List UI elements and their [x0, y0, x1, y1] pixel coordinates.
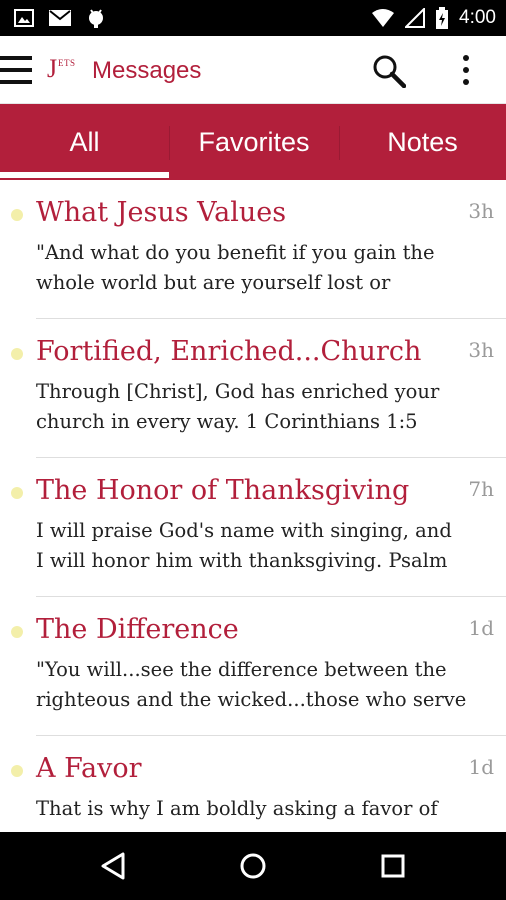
tab-bar: All Favorites Notes [0, 104, 506, 180]
app-logo: J ETS [47, 54, 76, 83]
list-item[interactable]: Fortified, Enriched...Church 3h Through … [0, 319, 506, 458]
message-time: 1d [468, 616, 494, 640]
unread-dot-icon [11, 626, 23, 638]
tab-all[interactable]: All [0, 104, 169, 180]
message-title: The Honor of Thanksgiving [36, 475, 410, 506]
navigation-bar [0, 832, 506, 900]
message-time: 3h [468, 338, 494, 362]
wifi-icon [372, 9, 395, 27]
menu-icon[interactable] [0, 52, 32, 88]
message-time: 7h [468, 477, 494, 501]
overflow-menu-icon[interactable] [458, 54, 474, 86]
back-icon[interactable] [94, 846, 134, 886]
battery-icon [436, 7, 449, 29]
list-item[interactable]: A Favor 1d That is why I am boldly askin… [0, 736, 506, 832]
unread-dot-icon [11, 209, 23, 221]
message-title: What Jesus Values [36, 197, 287, 228]
recents-icon[interactable] [373, 846, 413, 886]
tab-selected-indicator [0, 172, 169, 178]
unread-dot-icon [11, 765, 23, 777]
status-time: 4:00 [459, 7, 496, 28]
signal-icon [405, 8, 426, 28]
message-preview: I will praise God's name with singing, a… [36, 519, 452, 572]
message-list[interactable]: What Jesus Values 3h "And what do you be… [0, 180, 506, 832]
android-icon [89, 9, 103, 28]
image-icon [14, 9, 34, 27]
message-time: 1d [468, 755, 494, 779]
list-item[interactable]: The Honor of Thanksgiving 7h I will prai… [0, 458, 506, 597]
tab-notes-label: Notes [387, 126, 458, 157]
mail-icon [49, 10, 71, 26]
tab-favorites-label: Favorites [198, 126, 310, 157]
message-preview: Through [Christ], God has enriched your … [36, 380, 440, 433]
tab-all-label: All [69, 126, 100, 157]
message-title: A Favor [36, 753, 142, 784]
message-preview: "And what do you benefit if you gain the… [36, 241, 435, 294]
list-item[interactable]: The Difference 1d "You will...see the di… [0, 597, 506, 736]
home-icon[interactable] [233, 846, 273, 886]
tab-notes[interactable]: Notes [339, 104, 506, 180]
message-preview: That is why I am boldly asking a favor o… [36, 797, 438, 820]
page-title: Messages [92, 57, 202, 84]
tab-favorites[interactable]: Favorites [169, 104, 339, 180]
unread-dot-icon [11, 487, 23, 499]
message-preview: "You will...see the difference between t… [36, 658, 467, 711]
message-title: The Difference [36, 614, 239, 645]
message-title: Fortified, Enriched...Church [36, 336, 422, 367]
search-icon[interactable] [372, 54, 406, 88]
status-bar: 4:00 [0, 0, 506, 36]
message-time: 3h [468, 199, 494, 223]
unread-dot-icon [11, 348, 23, 360]
app-bar: J ETS Messages [0, 36, 506, 104]
list-item[interactable]: What Jesus Values 3h "And what do you be… [0, 180, 506, 319]
